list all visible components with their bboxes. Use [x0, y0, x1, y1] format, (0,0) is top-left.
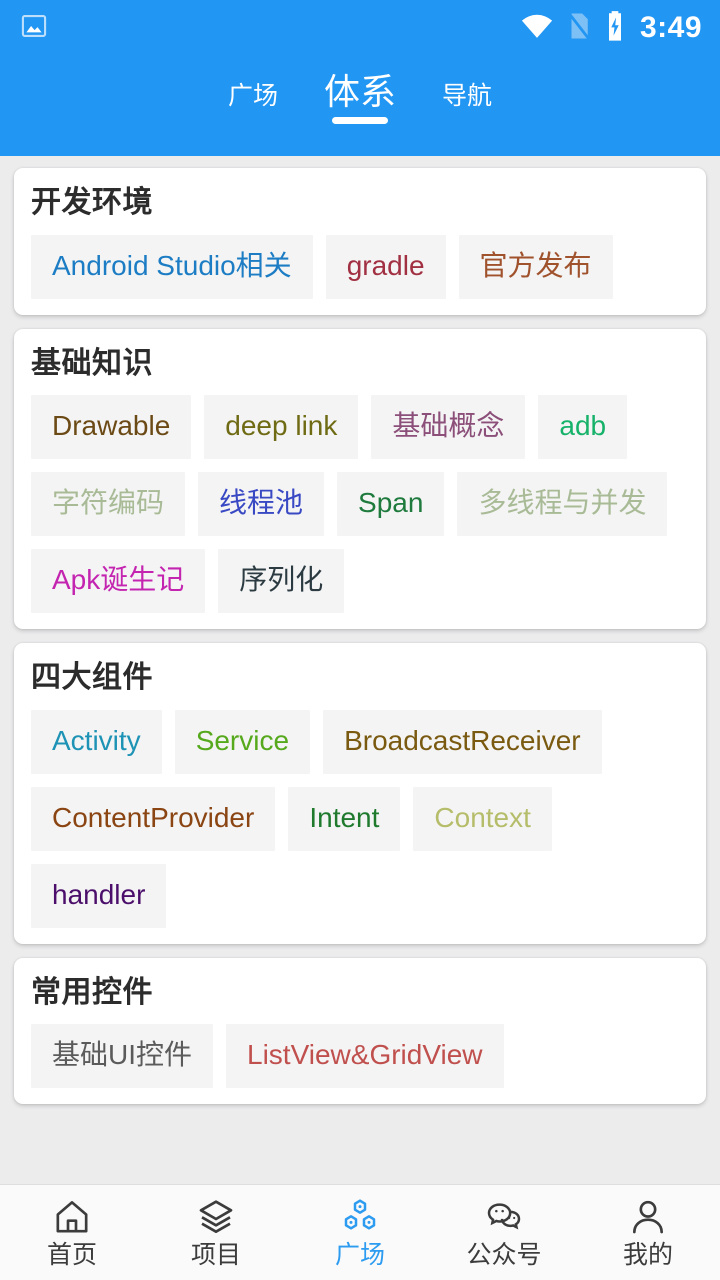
tag-list: Android Studio相关 gradle 官方发布: [31, 234, 689, 299]
tag-chip[interactable]: 线程池: [198, 472, 325, 536]
tag-chip[interactable]: Activity: [31, 709, 162, 774]
sim-card-off-icon: [566, 11, 592, 46]
wifi-icon: [520, 12, 554, 45]
tag-chip[interactable]: Service: [174, 709, 311, 774]
nav-item-square[interactable]: 广场: [288, 1185, 432, 1280]
tab-active-indicator: [331, 117, 388, 124]
tab-label: 导航: [442, 82, 493, 110]
home-icon: [52, 1197, 92, 1237]
tag-list: 基础UI控件 ListView&GridView: [31, 1024, 689, 1088]
nav-item-official-account[interactable]: 公众号: [432, 1185, 576, 1280]
tag-list: Drawable deep link 基础概念 adb 字符编码 线程池 Span 多线程与并…: [31, 395, 689, 613]
tag-chip[interactable]: 序列化: [218, 549, 345, 613]
nav-item-label: 公众号: [466, 1241, 542, 1269]
tag-chip[interactable]: 基础UI控件: [31, 1024, 214, 1088]
tag-chip[interactable]: 官方发布: [458, 234, 613, 299]
tab-daohang[interactable]: 导航: [442, 56, 492, 109]
layers-icon: [196, 1197, 236, 1237]
card-title: 开发环境: [31, 186, 153, 219]
nav-item-home[interactable]: 首页: [0, 1185, 144, 1280]
tag-chip[interactable]: adb: [538, 395, 628, 459]
tab-label: 广场: [227, 82, 278, 110]
nav-item-label: 项目: [190, 1241, 241, 1269]
tag-chip[interactable]: Android Studio相关: [31, 234, 313, 299]
tag-chip[interactable]: handler: [31, 863, 167, 928]
card-title: 基础知识: [31, 346, 153, 380]
tag-chip[interactable]: Intent: [288, 786, 401, 851]
tag-chip[interactable]: BroadcastReceiver: [323, 709, 602, 774]
nav-item-label: 首页: [46, 1241, 97, 1269]
nav-item-mine[interactable]: 我的: [576, 1185, 720, 1280]
knowledge-card[interactable]: 开发环境 Android Studio相关 gradle 官方发布: [14, 168, 706, 315]
chat-bubbles-icon: [484, 1197, 524, 1237]
tag-chip[interactable]: Context: [413, 786, 552, 851]
tab-guangchang[interactable]: 广场: [228, 56, 278, 109]
image-notification-icon: [20, 12, 48, 45]
nav-item-label: 广场: [334, 1241, 385, 1269]
bottom-navigation[interactable]: 首页 项目 广场 公众号 我的: [0, 1184, 720, 1280]
knowledge-card[interactable]: 四大组件 Activity Service BroadcastReceiver Cont…: [14, 643, 706, 944]
status-bar-clock: 3:49: [639, 11, 702, 44]
nav-item-project[interactable]: 项目: [144, 1185, 288, 1280]
app-root: 3:49 广场 体系 导航 开发环境 Android Studio相关 gradle…: [0, 0, 720, 1280]
tag-chip[interactable]: 多线程与并发: [457, 472, 668, 536]
tab-tixi[interactable]: 体系: [323, 56, 396, 124]
top-tab-bar[interactable]: 广场 体系 导航: [0, 56, 720, 156]
status-bar-right: 3:49: [520, 10, 702, 47]
status-bar-left: [20, 12, 48, 45]
tag-chip[interactable]: deep link: [204, 395, 359, 459]
tag-chip[interactable]: Span: [337, 472, 445, 536]
status-bar: 3:49: [0, 0, 720, 56]
knowledge-card[interactable]: 基础知识 Drawable deep link 基础概念 adb 字符编码 线程池 Span 多…: [14, 328, 706, 629]
hexagon-nodes-icon: [340, 1197, 380, 1237]
card-title: 常用控件: [31, 975, 153, 1009]
tag-chip[interactable]: 基础概念: [371, 395, 526, 459]
tag-list: Activity Service BroadcastReceiver ContentP…: [31, 709, 689, 928]
card-title: 四大组件: [31, 661, 153, 694]
tag-chip[interactable]: Drawable: [31, 395, 192, 459]
tag-chip[interactable]: ListView&GridView: [226, 1024, 504, 1088]
knowledge-card[interactable]: 常用控件基础UI控件 ListView&GridView: [14, 957, 706, 1104]
tag-chip[interactable]: ContentProvider: [31, 786, 276, 851]
person-icon: [628, 1197, 668, 1237]
battery-charging-icon: [604, 10, 626, 47]
tag-chip[interactable]: 字符编码: [31, 472, 186, 536]
system-tree-list[interactable]: 开发环境 Android Studio相关 gradle 官方发布基础知识 Drawab…: [0, 156, 720, 1184]
tag-chip[interactable]: gradle: [325, 234, 446, 299]
tab-label: 体系: [323, 71, 396, 112]
nav-item-label: 我的: [622, 1241, 673, 1269]
tag-chip[interactable]: Apk诞生记: [31, 549, 206, 613]
